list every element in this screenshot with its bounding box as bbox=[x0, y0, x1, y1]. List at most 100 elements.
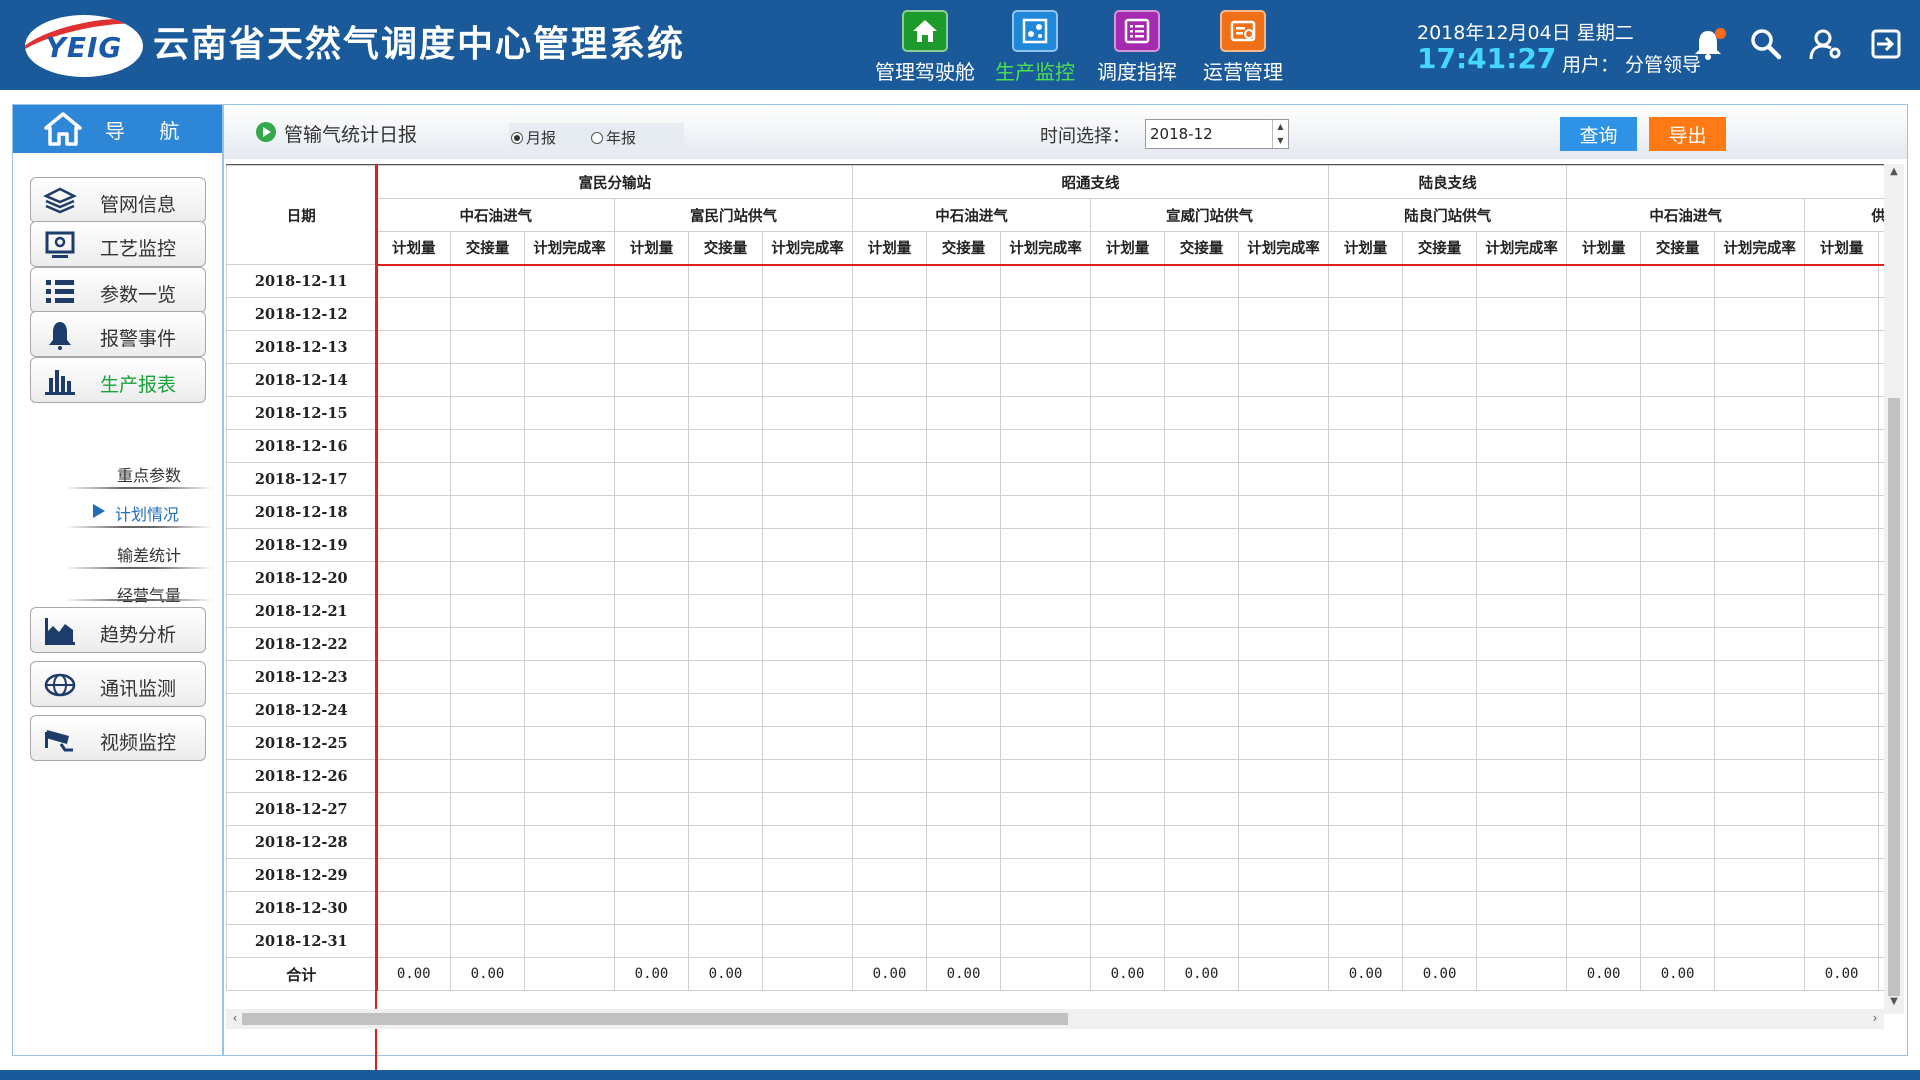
table-cell[interactable] bbox=[450, 660, 525, 694]
table-cell[interactable] bbox=[614, 660, 689, 694]
table-cell[interactable] bbox=[450, 858, 525, 892]
sub-item-plan-status[interactable]: 计划情况 bbox=[43, 492, 203, 530]
table-cell[interactable] bbox=[1476, 396, 1568, 430]
table-cell[interactable] bbox=[376, 330, 451, 364]
sidebar-item-trend-analysis[interactable]: 趋势分析 bbox=[30, 607, 206, 653]
table-cell[interactable] bbox=[926, 396, 1002, 430]
table-cell[interactable] bbox=[1238, 264, 1330, 298]
vertical-scrollbar[interactable]: ▲ ▼ bbox=[1884, 164, 1904, 1014]
table-cell[interactable] bbox=[1402, 693, 1478, 727]
radio-monthly[interactable]: 月报 bbox=[511, 127, 556, 148]
table-cell[interactable] bbox=[1164, 660, 1240, 694]
table-cell[interactable] bbox=[1090, 462, 1166, 496]
table-cell[interactable] bbox=[1566, 561, 1642, 595]
table-cell[interactable] bbox=[376, 924, 451, 958]
table-cell[interactable] bbox=[926, 561, 1002, 595]
table-cell[interactable] bbox=[688, 627, 763, 661]
table-cell[interactable] bbox=[1000, 627, 1092, 661]
table-cell[interactable] bbox=[1402, 330, 1478, 364]
table-cell[interactable] bbox=[761, 528, 854, 562]
table-cell[interactable] bbox=[1566, 429, 1642, 463]
table-cell[interactable] bbox=[376, 429, 451, 463]
table-cell[interactable] bbox=[376, 660, 451, 694]
table-cell[interactable] bbox=[524, 561, 615, 595]
table-cell[interactable] bbox=[524, 660, 615, 694]
table-cell[interactable] bbox=[1714, 429, 1806, 463]
table-cell[interactable] bbox=[1804, 858, 1880, 892]
table-cell[interactable] bbox=[852, 858, 928, 892]
table-cell[interactable] bbox=[376, 363, 451, 397]
table-cell[interactable] bbox=[1164, 297, 1240, 331]
table-cell[interactable] bbox=[926, 726, 1002, 760]
table-cell[interactable] bbox=[1000, 528, 1092, 562]
table-cell[interactable] bbox=[1566, 264, 1642, 298]
table-cell[interactable] bbox=[1640, 495, 1716, 529]
table-cell[interactable] bbox=[926, 330, 1002, 364]
table-cell[interactable] bbox=[1328, 495, 1404, 529]
table-cell[interactable] bbox=[1714, 825, 1806, 859]
table-cell[interactable] bbox=[1238, 891, 1330, 925]
sidebar-item-production-reports[interactable]: 生产报表 bbox=[30, 357, 206, 403]
table-cell[interactable] bbox=[1328, 858, 1404, 892]
table-cell[interactable] bbox=[1804, 528, 1880, 562]
table-cell[interactable] bbox=[926, 297, 1002, 331]
table-cell[interactable] bbox=[1238, 759, 1330, 793]
table-cell[interactable] bbox=[1566, 330, 1642, 364]
table-cell[interactable] bbox=[926, 792, 1002, 826]
table-cell[interactable] bbox=[450, 825, 525, 859]
table-cell[interactable] bbox=[1238, 363, 1330, 397]
scroll-up-icon[interactable]: ▲ bbox=[1884, 166, 1904, 182]
table-cell[interactable] bbox=[1476, 363, 1568, 397]
table-cell[interactable] bbox=[1328, 264, 1404, 298]
table-cell[interactable] bbox=[450, 528, 525, 562]
table-cell[interactable] bbox=[1640, 561, 1716, 595]
table-cell[interactable] bbox=[926, 627, 1002, 661]
table-cell[interactable] bbox=[1238, 594, 1330, 628]
table-cell[interactable] bbox=[614, 330, 689, 364]
table-cell[interactable] bbox=[614, 858, 689, 892]
table-cell[interactable] bbox=[926, 528, 1002, 562]
radio-yearly[interactable]: 年报 bbox=[591, 127, 636, 148]
table-cell[interactable] bbox=[450, 627, 525, 661]
table-cell[interactable] bbox=[688, 693, 763, 727]
table-cell[interactable] bbox=[1000, 792, 1092, 826]
table-cell[interactable] bbox=[1476, 693, 1568, 727]
table-cell[interactable] bbox=[1164, 759, 1240, 793]
table-cell[interactable] bbox=[1402, 726, 1478, 760]
table-cell[interactable] bbox=[376, 396, 451, 430]
table-cell[interactable] bbox=[614, 462, 689, 496]
table-cell[interactable] bbox=[1238, 858, 1330, 892]
table-cell[interactable] bbox=[524, 858, 615, 892]
table-cell[interactable] bbox=[1328, 759, 1404, 793]
table-cell[interactable] bbox=[1328, 561, 1404, 595]
table-cell[interactable] bbox=[450, 693, 525, 727]
table-cell[interactable] bbox=[1164, 891, 1240, 925]
table-cell[interactable] bbox=[1238, 792, 1330, 826]
table-cell[interactable] bbox=[1714, 858, 1806, 892]
table-cell[interactable] bbox=[688, 495, 763, 529]
table-cell[interactable] bbox=[1566, 594, 1642, 628]
table-cell[interactable] bbox=[1090, 660, 1166, 694]
table-cell[interactable] bbox=[1000, 561, 1092, 595]
table-cell[interactable] bbox=[1000, 726, 1092, 760]
table-cell[interactable] bbox=[852, 495, 928, 529]
table-cell[interactable] bbox=[1714, 561, 1806, 595]
table-cell[interactable] bbox=[1804, 264, 1880, 298]
table-cell[interactable] bbox=[1164, 528, 1240, 562]
table-cell[interactable] bbox=[1328, 594, 1404, 628]
table-cell[interactable] bbox=[1476, 561, 1568, 595]
table-cell[interactable] bbox=[1402, 297, 1478, 331]
table-cell[interactable] bbox=[1164, 627, 1240, 661]
table-cell[interactable] bbox=[1714, 264, 1806, 298]
table-cell[interactable] bbox=[1804, 759, 1880, 793]
table-cell[interactable] bbox=[1000, 462, 1092, 496]
table-cell[interactable] bbox=[1328, 891, 1404, 925]
table-cell[interactable] bbox=[1164, 396, 1240, 430]
table-cell[interactable] bbox=[1000, 891, 1092, 925]
table-cell[interactable] bbox=[1566, 462, 1642, 496]
table-cell[interactable] bbox=[1804, 462, 1880, 496]
top-nav-dispatch[interactable]: 调度指挥 bbox=[1082, 8, 1192, 88]
table-cell[interactable] bbox=[1328, 297, 1404, 331]
table-cell[interactable] bbox=[614, 594, 689, 628]
table-cell[interactable] bbox=[852, 429, 928, 463]
